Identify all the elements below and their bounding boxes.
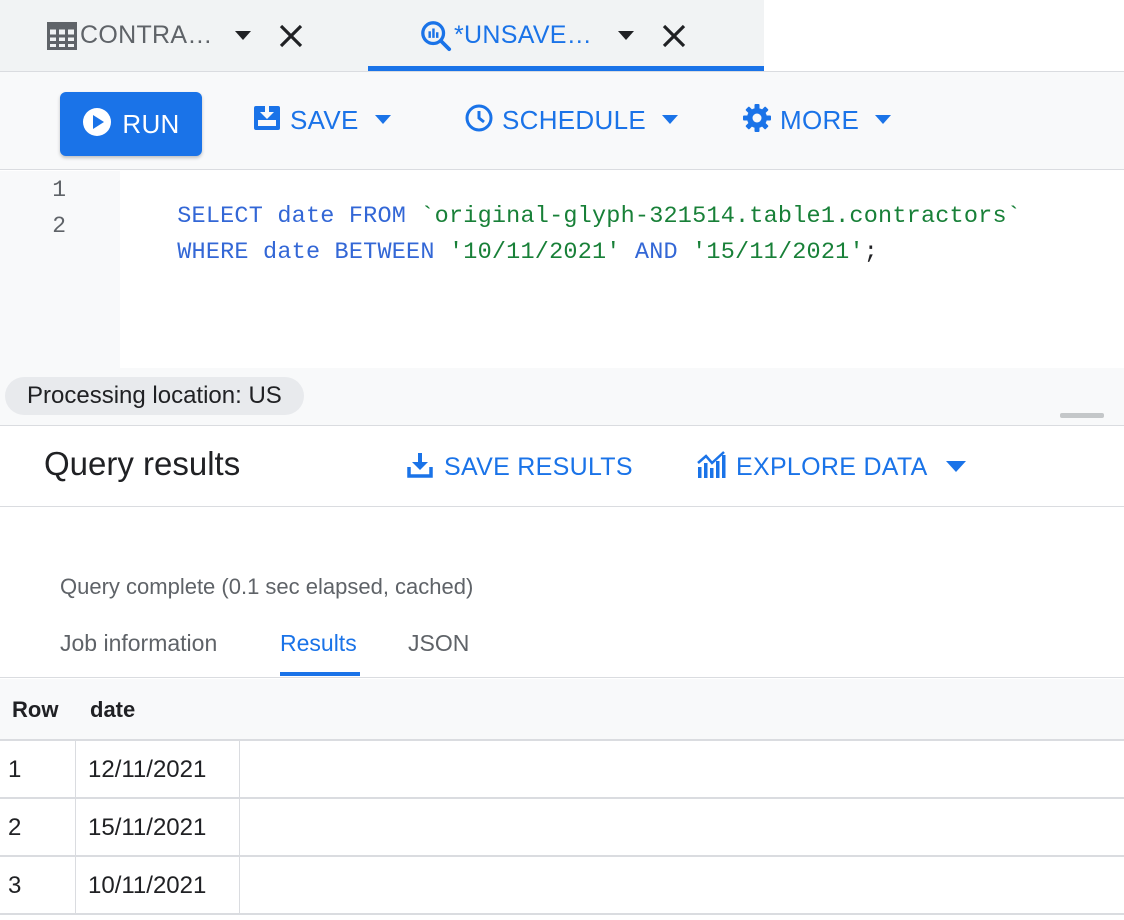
tab-menu-caret-icon[interactable] bbox=[233, 26, 253, 46]
editor-status-strip: Processing location: US bbox=[0, 368, 1124, 426]
explore-data-button[interactable]: EXPLORE DATA bbox=[696, 447, 966, 487]
table-row[interactable]: 3 10/11/2021 bbox=[0, 857, 1124, 915]
table-icon bbox=[46, 20, 78, 52]
chevron-down-icon bbox=[374, 115, 391, 125]
date-cell: 15/11/2021 bbox=[88, 814, 207, 841]
line-number-gutter: 1 2 bbox=[0, 171, 120, 368]
sql-keyword: AND bbox=[620, 239, 693, 266]
row-number-cell: 1 bbox=[8, 756, 22, 783]
column-divider bbox=[75, 799, 76, 857]
schedule-button-label: SCHEDULE bbox=[502, 104, 646, 135]
tab-label: CONTRA… bbox=[80, 21, 213, 49]
column-divider bbox=[239, 799, 240, 857]
save-results-label: SAVE RESULTS bbox=[444, 452, 633, 481]
results-title: Query results bbox=[44, 445, 241, 482]
table-row[interactable]: 1 12/11/2021 bbox=[0, 741, 1124, 799]
chevron-down-icon bbox=[945, 461, 966, 473]
line-number: 2 bbox=[52, 213, 66, 239]
column-divider bbox=[239, 857, 240, 915]
save-button[interactable]: SAVE bbox=[252, 100, 391, 140]
gear-icon bbox=[742, 103, 772, 138]
date-cell: 10/11/2021 bbox=[88, 872, 207, 899]
sql-string-literal: '10/11/2021' bbox=[448, 239, 621, 266]
results-subtabs: Job information Results JSON bbox=[0, 620, 1124, 678]
tab-contractors[interactable]: CONTRA… bbox=[46, 0, 307, 71]
tab-job-information[interactable]: Job information bbox=[60, 630, 217, 657]
table-row[interactable]: 2 15/11/2021 bbox=[0, 799, 1124, 857]
sql-terminator: ; bbox=[863, 239, 879, 266]
resize-drag-handle[interactable] bbox=[1060, 413, 1104, 418]
save-icon bbox=[252, 103, 282, 138]
save-button-label: SAVE bbox=[290, 104, 359, 135]
processing-location-chip[interactable]: Processing location: US bbox=[5, 377, 304, 415]
chevron-down-icon bbox=[662, 115, 678, 125]
save-results-button[interactable]: SAVE RESULTS bbox=[406, 447, 633, 487]
results-header: Query results SAVE RESULTS EXPLORE DATA bbox=[0, 427, 1124, 507]
query-complete-message: Query complete (0.1 sec elapsed, cached) bbox=[60, 574, 474, 599]
run-button-label: RUN bbox=[122, 108, 180, 139]
tab-close-icon[interactable] bbox=[275, 20, 307, 52]
column-header-date[interactable]: date bbox=[90, 697, 135, 723]
column-divider bbox=[239, 741, 240, 799]
tab-bar: CONTRA… *UNSAVE… bbox=[0, 0, 1124, 72]
code-line-2[interactable]: WHERE date BETWEEN '10/11/2021' AND '15/… bbox=[120, 212, 878, 293]
query-toolbar: RUN SAVE SCHEDULE MORE bbox=[0, 72, 1124, 170]
more-button[interactable]: MORE bbox=[742, 100, 892, 140]
tab-close-icon[interactable] bbox=[658, 20, 690, 52]
results-table: Row date 1 12/11/2021 2 15/11/2021 3 10/… bbox=[0, 679, 1124, 915]
date-cell: 12/11/2021 bbox=[88, 756, 207, 783]
sql-keyword: WHERE date BETWEEN bbox=[177, 239, 449, 266]
schedule-button[interactable]: SCHEDULE bbox=[464, 100, 678, 140]
clock-icon bbox=[464, 103, 494, 138]
explore-data-label: EXPLORE DATA bbox=[736, 452, 928, 481]
tab-results[interactable]: Results bbox=[280, 630, 357, 657]
sql-string-literal: '15/11/2021' bbox=[692, 239, 864, 266]
line-number: 1 bbox=[52, 177, 66, 203]
run-button[interactable]: RUN bbox=[60, 92, 202, 156]
active-subtab-indicator bbox=[280, 672, 360, 676]
column-divider bbox=[75, 741, 76, 799]
tab-menu-caret-icon[interactable] bbox=[616, 26, 636, 46]
play-circle-icon bbox=[82, 107, 112, 142]
tab-label: *UNSAVE… bbox=[454, 21, 593, 49]
more-button-label: MORE bbox=[780, 104, 860, 135]
row-number-cell: 3 bbox=[8, 872, 22, 899]
active-tab-indicator bbox=[368, 66, 764, 71]
tab-json[interactable]: JSON bbox=[408, 630, 469, 657]
sql-editor[interactable]: 1 2 SELECT date FROM `original-glyph-321… bbox=[0, 171, 1124, 368]
column-header-row[interactable]: Row bbox=[12, 697, 58, 723]
tab-unsaved-query[interactable]: *UNSAVE… bbox=[420, 0, 690, 71]
row-number-cell: 2 bbox=[8, 814, 22, 841]
query-search-icon bbox=[420, 20, 452, 52]
chart-icon bbox=[696, 450, 726, 484]
column-divider bbox=[75, 857, 76, 915]
table-header: Row date bbox=[0, 679, 1124, 741]
chevron-down-icon bbox=[875, 115, 892, 125]
download-icon bbox=[406, 451, 434, 484]
